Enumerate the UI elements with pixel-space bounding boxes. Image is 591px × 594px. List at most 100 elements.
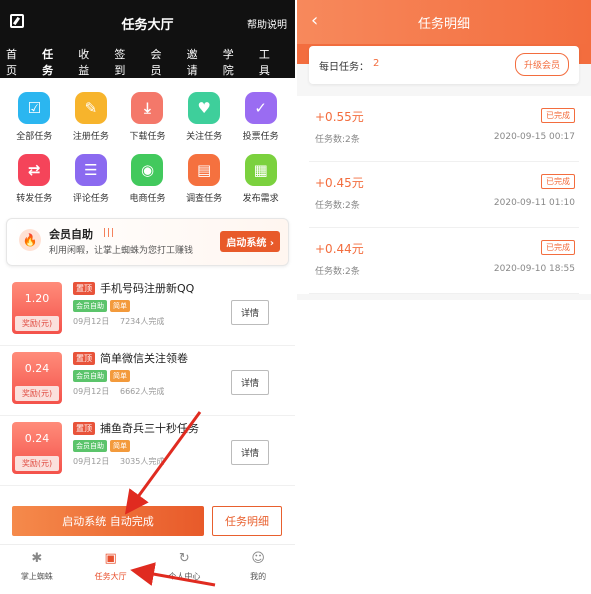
detail-button[interactable]: 详情 <box>230 300 269 325</box>
reward-unit: 奖励(元) <box>15 386 59 401</box>
record-task-count: 任务数:2条 <box>315 201 360 211</box>
fire-icon: 🔥 <box>19 229 41 251</box>
grid-item-label: 投票任务 <box>242 132 279 142</box>
grid-item-label: 评论任务 <box>72 194 109 204</box>
task-date: 09月12日 <box>73 387 110 396</box>
task-row[interactable]: 0.24 奖励(元) 置顶 简单微信关注领卷 会员自助 简单 09月12日 6662人完成 详情 <box>0 346 295 416</box>
nav-label: 掌上蜘蛛 <box>20 572 53 581</box>
task-hall-icon: ▣ <box>104 551 117 566</box>
task-tags: 会员自助 简单 <box>73 440 130 452</box>
task-row[interactable]: 1.20 奖励(元) 置顶 手机号码注册新QQ 会员自助 简单 09月12日 7234人完成详… <box>0 276 295 346</box>
download-icon: ⤓ <box>131 92 164 124</box>
auto-complete-button[interactable]: 启动系统 自动完成 <box>12 506 204 536</box>
edit-note-icon: ✎ <box>74 92 107 124</box>
empty-area <box>297 300 591 594</box>
grid-item-label: 电商任务 <box>129 194 166 204</box>
task-detail-button[interactable]: 任务明细 <box>212 506 282 536</box>
start-system-button[interactable]: 启动系统 › <box>220 231 280 252</box>
clipboard-icon: ☑ <box>18 92 51 124</box>
member-self-service-banner[interactable]: 🔥 会员自助 ||| 利用闲暇，让掌上蜘蛛为您打工赚钱 启动系统 › <box>6 218 289 266</box>
tab-member[interactable]: 会员 <box>151 46 169 84</box>
task-name: 简单微信关注领卷 <box>100 352 188 365</box>
member-tag: 会员自助 <box>73 300 107 312</box>
grid-item[interactable]: ⇄ 转发任务 <box>6 154 63 204</box>
grid-item[interactable]: ♥ 关注任务 <box>176 92 233 142</box>
record-row: +0.44元 已完成任务数:2条 2020-09-10 18:55 <box>309 228 579 294</box>
record-time: 2020-09-11 01:10 <box>493 198 575 208</box>
grid-item[interactable]: ✓ 投票任务 <box>232 92 289 142</box>
task-date: 09月12日 <box>73 457 110 466</box>
signal-bars-icon: ||| <box>103 228 116 238</box>
document-icon: ▦ <box>244 154 277 186</box>
reward-value: 0.24 <box>24 432 50 445</box>
record-row: +0.55元 已完成 任务数:2条 2020-09-15 00:17 <box>309 96 579 162</box>
detail-button[interactable]: 详情 <box>230 370 269 395</box>
detail-button[interactable]: 详情 <box>230 440 269 465</box>
grid-item[interactable]: ⤓ 下载任务 <box>119 92 176 142</box>
grid-item[interactable]: ▦ 发布需求 <box>232 154 289 204</box>
ecommerce-icon: ◉ <box>131 154 164 186</box>
grid-item-label: 下载任务 <box>129 132 166 142</box>
nav-label: 我的 <box>250 572 267 581</box>
task-date: 09月12日 <box>73 317 110 326</box>
grid-item[interactable]: ▤ 调查任务 <box>176 154 233 204</box>
banner-title: 会员自助 <box>49 228 93 241</box>
comment-icon: ☰ <box>74 154 107 186</box>
nav-item-user[interactable]: ☺ 我的 <box>221 545 295 594</box>
completion-count: 6662人完成 <box>120 387 165 396</box>
task-name: 手机号码注册新QQ <box>100 282 195 295</box>
tab-checkin[interactable]: 签到 <box>114 46 132 84</box>
grid-item[interactable]: ◉ 电商任务 <box>119 154 176 204</box>
nav-item-spider[interactable]: ✱ 掌上蜘蛛 <box>0 545 74 594</box>
bottom-nav: ✱ 掌上蜘蛛 ▣ 任务大厅 ↻ 个人中心 ☺ 我的 <box>0 544 295 594</box>
pinned-badge: 置顶 <box>73 422 95 435</box>
reward-box: 0.24 奖励(元) <box>12 422 62 474</box>
grid-item[interactable]: ☰ 评论任务 <box>63 154 120 204</box>
page-title: 任务明细 <box>417 17 470 32</box>
record-time: 2020-09-10 18:55 <box>493 264 575 274</box>
member-tag: 会员自助 <box>73 370 107 382</box>
status-badge: 已完成 <box>541 108 575 123</box>
tab-invite[interactable]: 邀请 <box>187 46 205 84</box>
tab-tools[interactable]: 工具 <box>259 46 277 84</box>
record-row: +0.45元 已完成 任务数:2条 2020-09-11 01:10 <box>309 162 579 228</box>
help-link[interactable]: 帮助说明 <box>247 16 287 31</box>
record-task-count: 任务数:2条 <box>315 267 360 277</box>
task-detail-screen: ‹ 任务明细 每日任务： 2 升级会员 +0.55元 已完成 任务数:2条 2020-… <box>297 0 591 594</box>
tab-earnings[interactable]: 收益 <box>78 46 96 84</box>
nav-item-task-hall[interactable]: ▣ 任务大厅 <box>74 545 148 594</box>
task-row[interactable]: 0.24 奖励(元) 置顶 捕鱼奇兵三十秒任务 会员自助 简单 09月12日 3035人完成详… <box>0 416 295 486</box>
pinned-badge: 置顶 <box>73 282 95 295</box>
task-tags: 会员自助 简单 <box>73 370 130 382</box>
tab-home[interactable]: 首页 <box>6 46 24 84</box>
pinned-badge: 置顶 <box>73 352 95 365</box>
header: 任务大厅 帮助说明 首页 任务 收益 签到 会员 邀请 学院 工具 <box>0 0 295 86</box>
record-time: 2020-09-15 00:17 <box>493 132 575 142</box>
tab-academy[interactable]: 学院 <box>223 46 241 84</box>
status-badge: 已完成 <box>541 240 575 255</box>
grid-item-label: 关注任务 <box>186 132 223 142</box>
action-bar: 启动系统 自动完成 任务明细 <box>0 500 295 544</box>
thumbs-up-icon: ✓ <box>244 92 277 124</box>
grid-item[interactable]: ✎ 注册任务 <box>63 92 120 142</box>
grid-item-label: 转发任务 <box>16 194 53 204</box>
record-amount: +0.44元 <box>315 242 364 256</box>
daily-task-card: 每日任务： 2 升级会员 <box>309 46 579 84</box>
difficulty-tag: 简单 <box>110 440 130 452</box>
spider-icon: ✱ <box>31 551 43 566</box>
nav-item-refresh[interactable]: ↻ 个人中心 <box>148 545 222 594</box>
completion-count: 3035人完成 <box>120 457 165 466</box>
grid-item-label: 全部任务 <box>16 132 53 142</box>
tab-tasks[interactable]: 任务 <box>42 46 61 86</box>
user-icon: ☺ <box>251 551 265 566</box>
grid-item[interactable]: ☑ 全部任务 <box>6 92 63 142</box>
reward-unit: 奖励(元) <box>15 456 59 471</box>
upgrade-member-button[interactable]: 升级会员 <box>514 53 569 76</box>
banner-description: 利用闲暇，让掌上蜘蛛为您打工赚钱 <box>49 246 194 256</box>
task-hall-screen: 任务大厅 帮助说明 首页 任务 收益 签到 会员 邀请 学院 工具 ☑ 全部任务 ✎… <box>0 0 295 594</box>
category-grid: ☑ 全部任务 ✎ 注册任务 ⤓ 下载任务 ♥ 关注任务 ✓ 投票任务 ⇄ 转发任务 ☰ 评论任务 ◉ 电商任务… <box>0 78 295 204</box>
task-tags: 会员自助 简单 <box>73 300 130 312</box>
header: ‹ 任务明细 <box>297 0 591 44</box>
completion-count: 7234人完成 <box>120 317 165 326</box>
nav-label: 任务大厅 <box>94 572 127 581</box>
